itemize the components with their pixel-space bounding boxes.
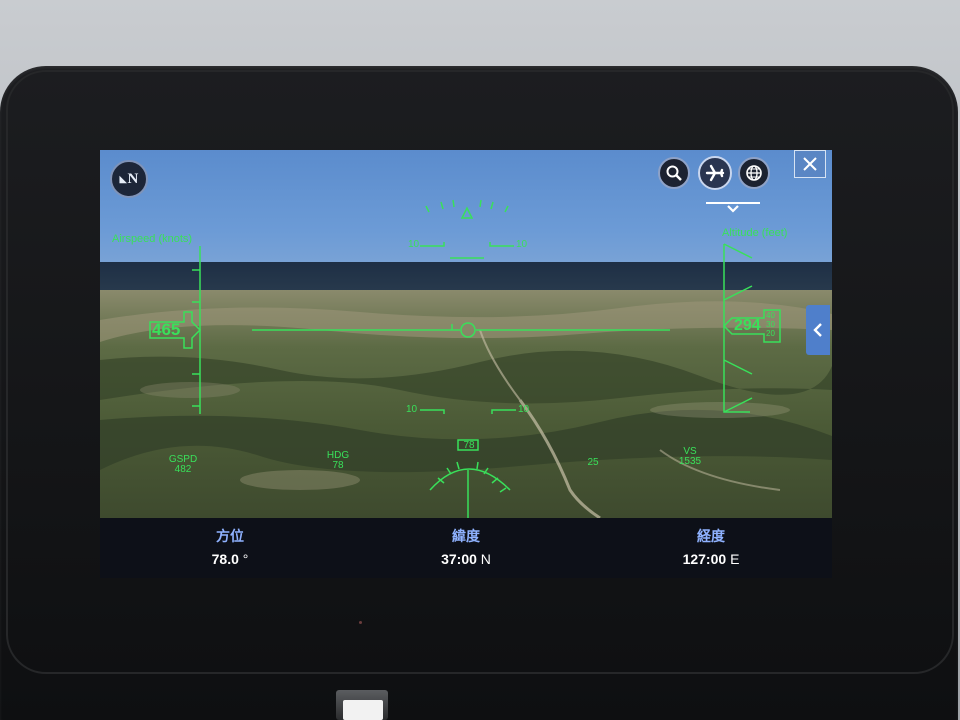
north-compass-button[interactable]: ◣ N [110,160,148,198]
cockpit-view-button[interactable] [698,156,732,190]
north-label: N [127,170,139,187]
bank-marker: 25 [587,457,599,468]
longitude-info: 経度 127:00 E [611,526,811,567]
latitude-info-value: 37:00 N [366,551,566,567]
heading-info: 方位 78.0 ° [130,526,330,567]
flight-info-bar: 方位 78.0 ° 緯度 37:00 N 経度 127:00 E [100,518,832,578]
heading-info-value: 78.0 ° [130,551,330,567]
altitude-readout: 294 [734,317,761,334]
altitude-label: Altitude (feet) [722,227,788,239]
globe-view-button[interactable] [738,157,770,189]
airspeed-readout: 465 [152,320,181,339]
heading-box-value: 78 [463,440,475,451]
longitude-info-value: 127:00 E [611,551,811,567]
north-icon-glyph: ◣ [119,173,127,184]
indicator-light [359,621,362,624]
altitude-roller-1: 40 [766,311,775,320]
close-button[interactable] [794,150,826,178]
cockpit-view: Airspeed (knots) Altitude (feet) 465 294… [100,150,832,518]
usb-cable [343,700,383,720]
chevron-down-icon [727,205,739,213]
airspeed-label: Airspeed (knots) [112,233,193,245]
search-button[interactable] [658,157,690,189]
pitch-label-left-upper: 10 [408,239,420,250]
pitch-label-left-lower: 10 [406,404,418,415]
latitude-unit: N [480,551,491,567]
latitude-info-label: 緯度 [452,528,480,544]
latitude-value: 37:00 [441,551,477,567]
globe-icon [746,165,762,181]
airplane-icon [705,164,725,182]
heading-unit: ° [242,551,249,567]
search-icon [666,165,682,181]
side-panel-toggle[interactable] [806,305,830,355]
pitch-label-right-upper: 10 [516,239,528,250]
chevron-left-icon [813,323,822,337]
flight-display-screen: Airspeed (knots) Altitude (feet) 465 294… [100,150,832,578]
vs-value: 1535 [678,456,702,467]
latitude-info: 緯度 37:00 N [366,526,566,567]
longitude-info-label: 経度 [697,528,725,544]
hdg-value: 78 [332,460,344,471]
altitude-roller-3: 20 [766,329,775,338]
altitude-roller-2: 30 [766,320,775,329]
gspd-value: 482 [174,464,192,475]
longitude-value: 127:00 [682,551,727,567]
pitch-label-right-lower: 10 [518,404,530,415]
view-options-dropdown[interactable] [706,202,760,218]
longitude-unit: E [730,551,740,567]
heading-info-label: 方位 [216,528,244,544]
heading-value: 78.0 [211,551,239,567]
close-icon [803,157,817,171]
